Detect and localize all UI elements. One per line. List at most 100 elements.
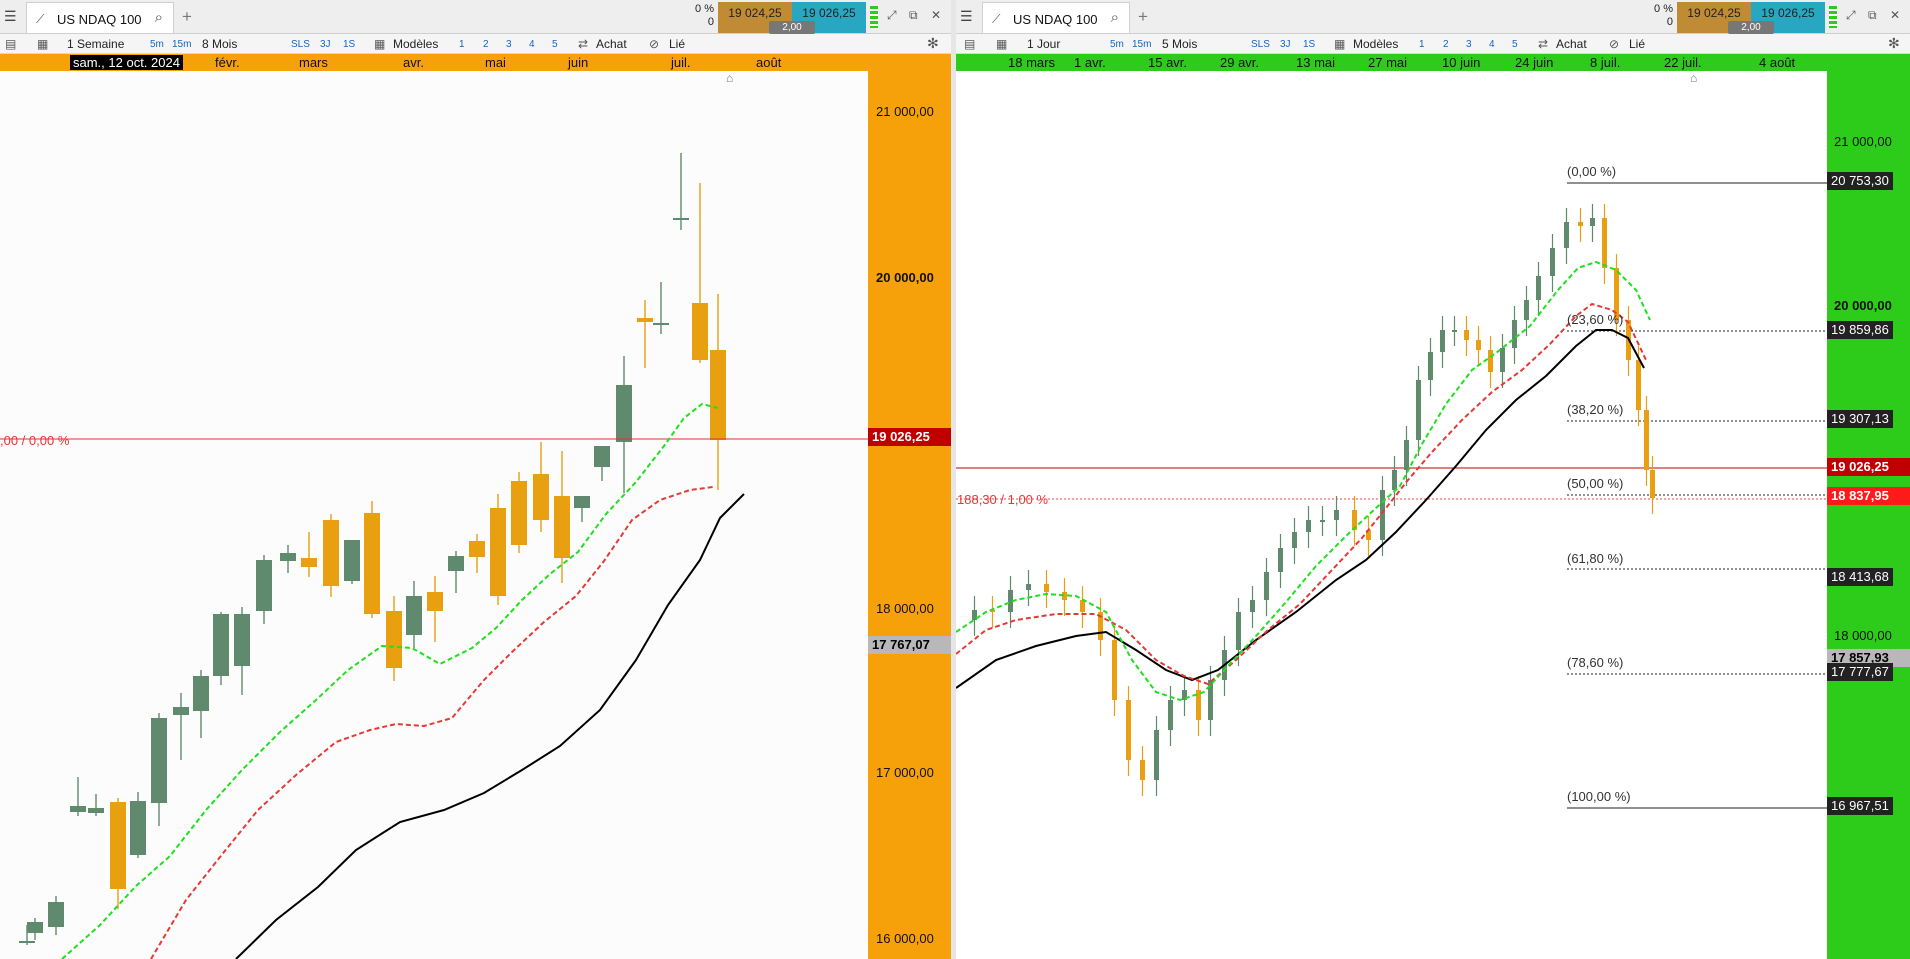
y-tick: 17 000,00 (876, 765, 934, 780)
candle-body (637, 318, 653, 322)
time-label: 29 avr. (1220, 55, 1260, 70)
candle-body (1488, 350, 1493, 372)
fib-label: (38,20 %) (1567, 402, 1624, 417)
spread-badge: 2,00 (769, 21, 815, 34)
time-label: 24 juin (1515, 55, 1554, 70)
layout-icon[interactable]: ▦ (996, 37, 1007, 51)
range-sls[interactable]: SLS (1251, 39, 1270, 50)
preset-2[interactable]: 2 (1443, 39, 1449, 50)
fib-label: (23,60 %) (1567, 312, 1624, 327)
candle-body (1428, 352, 1433, 380)
candle-body (406, 596, 422, 635)
time-label: 27 mai (1368, 55, 1408, 70)
interval-select[interactable]: 1 Semaine (67, 37, 124, 51)
price-axis[interactable]: 21 000,00 20 000,00 18 000,00 17 000,00 … (868, 71, 951, 959)
preset-4[interactable]: 4 (529, 39, 535, 50)
candle-body (653, 323, 669, 325)
range-sls[interactable]: SLS (291, 39, 310, 50)
buy-tool-button[interactable]: Achat (1556, 37, 1587, 51)
candle-body (193, 676, 209, 711)
price-axis[interactable]: 21 000,00 20 000,00 18 000,00 20 753,30 … (1827, 71, 1910, 959)
preset-5[interactable]: 5 (1512, 39, 1518, 50)
candlestick-chart-right[interactable] (956, 71, 1827, 959)
chart-icon: ⟋ (36, 12, 45, 26)
expand-icon[interactable]: ⤢ (887, 8, 897, 23)
preset-2[interactable]: 2 (483, 39, 489, 50)
candle-body (323, 520, 339, 586)
range-3j[interactable]: 3J (1280, 39, 1291, 50)
popout-icon[interactable]: ⧉ (909, 8, 918, 23)
tab-instrument[interactable]: ⟋ US NDAQ 100 ⌕ (26, 2, 174, 33)
search-icon[interactable]: ⌕ (1111, 9, 1119, 26)
candle-body (1112, 640, 1117, 700)
models-button[interactable]: Modèles (393, 37, 438, 51)
settings-icon[interactable]: ✻ (927, 35, 939, 52)
y-tick: 20 000,00 (876, 270, 934, 285)
y-tick: 16 000,00 (876, 931, 934, 946)
models-icon[interactable]: ▦ (1334, 37, 1345, 51)
candle-body (88, 808, 104, 813)
marker-icon[interactable]: ⌂ (726, 71, 740, 85)
marker-icon[interactable]: ⌂ (1690, 71, 1704, 85)
fib-price-label: 20 753,30 (1827, 172, 1893, 190)
time-label: 15 avr. (1148, 55, 1188, 70)
linked-button[interactable]: Lié (669, 37, 685, 51)
fib-price-label: 17 777,67 (1827, 663, 1893, 681)
current-price-label: 19 026,25 (1827, 458, 1910, 476)
settings-icon[interactable]: ✻ (1888, 35, 1900, 52)
buy-tool-button[interactable]: Achat (596, 37, 627, 51)
add-tab-icon[interactable]: + (182, 7, 192, 27)
search-icon[interactable]: ⌕ (155, 9, 163, 26)
candle-body (594, 446, 610, 467)
candlestick-chart-left[interactable] (0, 71, 868, 959)
candle-body (344, 540, 360, 581)
linked-button[interactable]: Lié (1629, 37, 1645, 51)
close-icon[interactable]: ✕ (931, 8, 941, 22)
interval-5m[interactable]: 5m (150, 39, 164, 50)
candle-body (1154, 730, 1159, 780)
current-price-label: 19 026,25 (868, 428, 951, 446)
range-1s[interactable]: 1S (1303, 39, 1315, 50)
candle-body (533, 474, 549, 520)
models-icon[interactable]: ▦ (374, 37, 385, 51)
expand-icon[interactable]: ⤢ (1846, 8, 1856, 23)
range-3j[interactable]: 3J (320, 39, 331, 50)
candle-body (1578, 222, 1583, 226)
candle-body (280, 553, 296, 561)
candle-body (1464, 330, 1469, 340)
preset-1[interactable]: 1 (1419, 39, 1425, 50)
range-select[interactable]: 5 Mois (1162, 37, 1197, 51)
preset-5[interactable]: 5 (552, 39, 558, 50)
list-icon[interactable]: ▤ (964, 37, 975, 51)
range-select[interactable]: 8 Mois (202, 37, 237, 51)
tab-instrument[interactable]: ⟋ US NDAQ 100 ⌕ (982, 2, 1130, 33)
candle-body (1236, 612, 1241, 650)
preset-3[interactable]: 3 (506, 39, 512, 50)
pct-change: 0 % (1654, 3, 1673, 15)
menu-icon[interactable]: ☰ (4, 9, 18, 23)
candle-body (1644, 410, 1649, 470)
time-label: mars (299, 55, 328, 70)
models-button[interactable]: Modèles (1353, 37, 1398, 51)
candle-body (1278, 548, 1283, 572)
popout-icon[interactable]: ⧉ (1868, 8, 1877, 23)
interval-5m[interactable]: 5m (1110, 39, 1124, 50)
preset-4[interactable]: 4 (1489, 39, 1495, 50)
list-icon[interactable]: ▤ (5, 37, 16, 51)
candle-body (1590, 218, 1595, 226)
interval-select[interactable]: 1 Jour (1027, 37, 1060, 51)
fib-label: (78,60 %) (1567, 655, 1624, 670)
close-icon[interactable]: ✕ (1890, 8, 1900, 22)
change-indicator: 0 % 0 (670, 3, 714, 29)
range-1s[interactable]: 1S (343, 39, 355, 50)
time-label: avr. (403, 55, 424, 70)
preset-3[interactable]: 3 (1466, 39, 1472, 50)
add-tab-icon[interactable]: + (1138, 7, 1148, 27)
candle-body (710, 350, 726, 440)
interval-15m[interactable]: 15m (1132, 39, 1151, 50)
preset-1[interactable]: 1 (459, 39, 465, 50)
menu-icon[interactable]: ☰ (960, 9, 974, 23)
candle-body (27, 922, 43, 933)
layout-icon[interactable]: ▦ (37, 37, 48, 51)
interval-15m[interactable]: 15m (172, 39, 191, 50)
